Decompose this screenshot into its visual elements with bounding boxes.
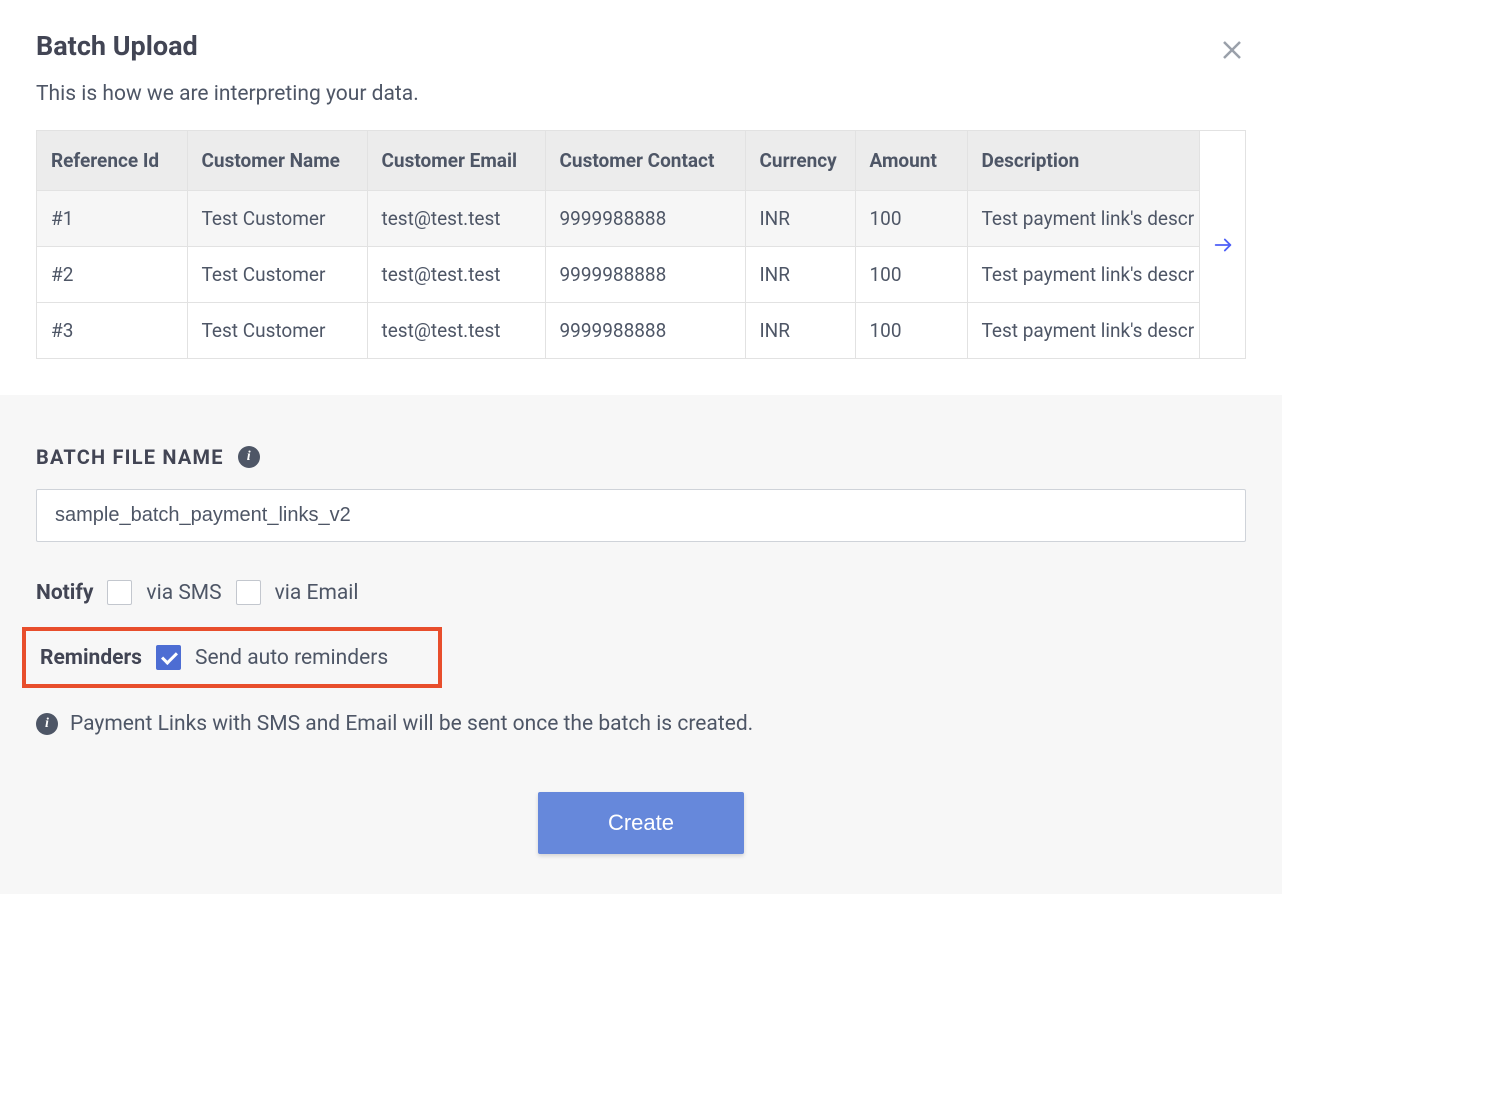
page-title: Batch Upload: [36, 30, 1246, 62]
cell-customer-name: Test Customer: [187, 247, 367, 303]
cell-amount: 100: [855, 303, 967, 359]
notify-row: Notify via SMS via Email: [36, 580, 1246, 605]
cell-reference-id: #2: [37, 247, 187, 303]
col-customer-contact: Customer Contact: [545, 131, 745, 191]
via-sms-checkbox[interactable]: [107, 580, 132, 605]
cell-customer-contact: 9999988888: [545, 247, 745, 303]
via-email-label: via Email: [275, 581, 359, 605]
cell-customer-email: test@test.test: [367, 303, 545, 359]
info-icon[interactable]: i: [238, 446, 260, 468]
table-row: #1 Test Customer test@test.test 99999888…: [37, 191, 1245, 247]
form-section: BATCH FILE NAME i Notify via SMS via Ema…: [0, 395, 1282, 894]
cell-currency: INR: [745, 247, 855, 303]
table-row: #2 Test Customer test@test.test 99999888…: [37, 247, 1245, 303]
data-preview-table-wrapper: Reference Id Customer Name Customer Emai…: [36, 130, 1246, 359]
col-currency: Currency: [745, 131, 855, 191]
reminders-text: Send auto reminders: [195, 646, 388, 670]
cell-currency: INR: [745, 303, 855, 359]
data-preview-table: Reference Id Customer Name Customer Emai…: [37, 131, 1245, 358]
table-row: #3 Test Customer test@test.test 99999888…: [37, 303, 1245, 359]
scroll-right-handle[interactable]: [1199, 131, 1245, 358]
header-section: Batch Upload This is how we are interpre…: [0, 0, 1282, 130]
batch-file-name-input[interactable]: [36, 489, 1246, 542]
batch-file-label-row: BATCH FILE NAME i: [36, 445, 1246, 469]
cell-reference-id: #3: [37, 303, 187, 359]
info-text: Payment Links with SMS and Email will be…: [70, 712, 753, 736]
create-button[interactable]: Create: [538, 792, 744, 854]
col-customer-name: Customer Name: [187, 131, 367, 191]
notify-label: Notify: [36, 581, 93, 605]
close-icon[interactable]: [1220, 38, 1244, 62]
cell-customer-name: Test Customer: [187, 191, 367, 247]
info-icon: i: [36, 713, 58, 735]
col-customer-email: Customer Email: [367, 131, 545, 191]
batch-file-label: BATCH FILE NAME: [36, 445, 224, 469]
page-subtitle: This is how we are interpreting your dat…: [36, 82, 1246, 106]
cell-amount: 100: [855, 191, 967, 247]
col-amount: Amount: [855, 131, 967, 191]
arrow-right-icon: [1212, 234, 1234, 256]
via-email-checkbox[interactable]: [236, 580, 261, 605]
info-row: i Payment Links with SMS and Email will …: [36, 712, 1246, 736]
send-auto-reminders-checkbox[interactable]: [156, 645, 181, 670]
cell-customer-name: Test Customer: [187, 303, 367, 359]
reminders-highlight-box: Reminders Send auto reminders: [22, 627, 442, 688]
button-row: Create: [36, 792, 1246, 854]
cell-customer-contact: 9999988888: [545, 191, 745, 247]
cell-customer-email: test@test.test: [367, 191, 545, 247]
cell-reference-id: #1: [37, 191, 187, 247]
cell-amount: 100: [855, 247, 967, 303]
via-sms-label: via SMS: [146, 581, 221, 605]
cell-customer-contact: 9999988888: [545, 303, 745, 359]
cell-customer-email: test@test.test: [367, 247, 545, 303]
table-header-row: Reference Id Customer Name Customer Emai…: [37, 131, 1245, 191]
col-reference-id: Reference Id: [37, 131, 187, 191]
reminders-label: Reminders: [40, 646, 142, 670]
cell-currency: INR: [745, 191, 855, 247]
